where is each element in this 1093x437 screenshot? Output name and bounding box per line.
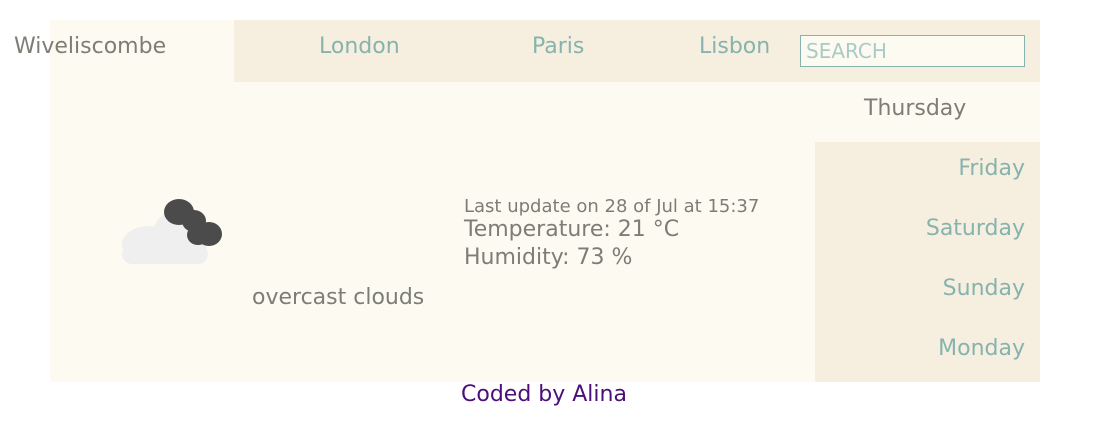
current-city: Wiveliscombe	[14, 34, 167, 59]
footer-credit[interactable]: Coded by Alina	[461, 382, 627, 407]
day-item-friday[interactable]: Friday	[958, 156, 1025, 181]
search-input[interactable]	[800, 35, 1025, 67]
weather-description: overcast clouds	[252, 285, 425, 310]
nav-link-lisbon[interactable]: Lisbon	[699, 34, 770, 59]
day-item-saturday[interactable]: Saturday	[926, 216, 1025, 241]
day-item-monday[interactable]: Monday	[938, 336, 1025, 361]
nav-link-paris[interactable]: Paris	[532, 34, 584, 59]
day-today: Thursday	[864, 96, 967, 121]
day-item-sunday[interactable]: Sunday	[943, 276, 1025, 301]
overcast-clouds-icon	[122, 199, 222, 264]
last-update: Last update on 28 of Jul at 15:37	[464, 196, 760, 217]
humidity: Humidity: 73 %	[464, 245, 633, 270]
temperature: Temperature: 21 °C	[464, 217, 680, 242]
nav-link-london[interactable]: London	[319, 34, 400, 59]
